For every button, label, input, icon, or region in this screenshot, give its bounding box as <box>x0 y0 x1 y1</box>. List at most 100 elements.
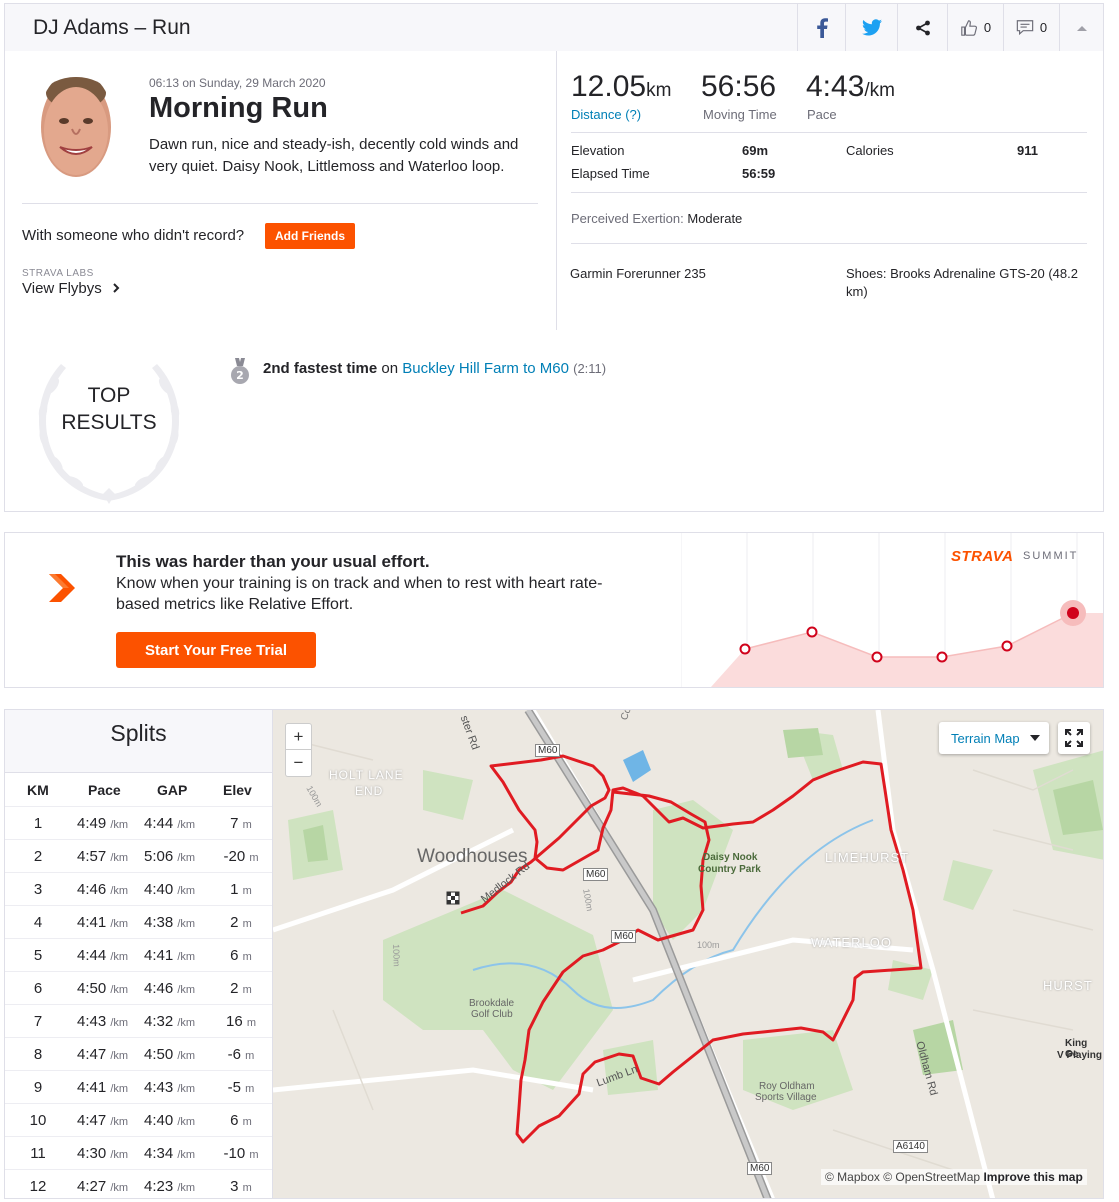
table-row[interactable]: 6 4:50 /km 4:46 /km 2 m <box>5 971 272 1004</box>
map-label-m60-d: M60 <box>747 1162 773 1175</box>
zoom-out-button[interactable]: − <box>285 750 312 777</box>
elevation-label: Elevation <box>571 143 625 158</box>
activity-timestamp: 06:13 on Sunday, 29 March 2020 <box>149 76 326 90</box>
map-label-daisy-nook: Daisy Nook <box>703 852 758 863</box>
expand-icon <box>1065 729 1083 747</box>
start-free-trial-button[interactable]: Start Your Free Trial <box>116 632 316 668</box>
split-elev: 16 m <box>225 1013 257 1030</box>
view-flybys-link[interactable]: View Flybys <box>22 280 120 297</box>
split-elev: -10 m <box>223 1145 259 1162</box>
table-row[interactable]: 11 4:30 /km 4:34 /km -10 m <box>5 1136 272 1169</box>
facebook-share-button[interactable] <box>797 4 845 51</box>
split-pace: 4:49 /km <box>77 815 129 832</box>
split-gap: 5:06 /km <box>144 848 196 865</box>
table-row[interactable]: 9 4:41 /km 4:43 /km -5 m <box>5 1070 272 1103</box>
table-row[interactable]: 8 4:47 /km 4:50 /km -6 m <box>5 1037 272 1070</box>
table-row[interactable]: 4 4:41 /km 4:38 /km 2 m <box>5 905 272 938</box>
comment-count: 0 <box>1039 20 1048 35</box>
split-elev: -20 m <box>223 848 259 865</box>
split-pace: 4:47 /km <box>77 1046 129 1063</box>
strava-labs-label: STRAVA LABS <box>22 268 94 279</box>
table-row[interactable]: 10 4:47 /km 4:40 /km 6 m <box>5 1103 272 1136</box>
split-gap: 4:41 /km <box>144 947 196 964</box>
kudos-button[interactable]: 0 <box>947 4 1003 51</box>
split-elev: 3 m <box>230 1178 252 1195</box>
split-km: 2 <box>33 848 43 865</box>
page-title: DJ Adams – Run <box>33 16 191 39</box>
split-gap: 4:23 /km <box>144 1178 196 1195</box>
split-gap: 4:44 /km <box>144 815 196 832</box>
twitter-share-button[interactable] <box>845 4 897 51</box>
splits-header: Splits <box>5 710 272 773</box>
split-km: 4 <box>33 914 43 931</box>
split-pace: 4:57 /km <box>77 848 129 865</box>
segment-link[interactable]: Buckley Hill Farm to M60 <box>402 360 569 377</box>
achievement-row: 2nd fastest time on Buckley Hill Farm to… <box>263 360 607 377</box>
add-friends-button[interactable]: Add Friends <box>265 223 355 249</box>
split-pace: 4:44 /km <box>77 947 129 964</box>
table-row[interactable]: 5 4:44 /km 4:41 /km 6 m <box>5 938 272 971</box>
elapsed-time-label: Elapsed Time <box>571 166 650 181</box>
comment-icon <box>1016 20 1034 36</box>
map-label-playing-fields: V Playing <box>1057 1050 1103 1061</box>
activity-summary: 06:13 on Sunday, 29 March 2020 Morning R… <box>4 51 1104 331</box>
fullscreen-button[interactable] <box>1058 722 1090 754</box>
map-attribution: © Mapbox © OpenStreetMap Improve this ma… <box>821 1169 1087 1185</box>
comment-button[interactable]: 0 <box>1003 4 1059 51</box>
split-km: 12 <box>29 1178 47 1195</box>
moving-time-value: 56:56 <box>701 70 777 103</box>
map-label-limehurst: LIMEHURST <box>825 850 910 865</box>
kudos-count: 0 <box>983 20 992 35</box>
improve-map-link[interactable]: Improve this map <box>983 1170 1082 1184</box>
split-elev: -6 m <box>227 1046 255 1063</box>
calories-value: 911 <box>1017 143 1038 158</box>
shoes-info: Shoes: Brooks Adrenaline GTS-20 (48.2 km… <box>846 266 1078 299</box>
share-button[interactable] <box>897 4 947 51</box>
split-km: 8 <box>33 1046 43 1063</box>
split-pace: 4:41 /km <box>77 1079 129 1096</box>
activity-description: Dawn run, nice and steady-ish, decently … <box>149 136 519 175</box>
split-pace: 4:46 /km <box>77 881 129 898</box>
contour-label: 100m <box>391 944 402 967</box>
perceived-exertion: Perceived Exertion: Moderate <box>571 211 743 226</box>
distance-label-link[interactable]: Distance (?) <box>571 107 641 122</box>
split-elev: 1 m <box>230 881 252 898</box>
split-elev: 2 m <box>230 980 252 997</box>
zoom-in-button[interactable]: + <box>285 723 312 750</box>
chevron-right-icon <box>113 283 120 293</box>
split-pace: 4:30 /km <box>77 1145 129 1162</box>
pace-label: Pace <box>807 107 837 122</box>
split-gap: 4:43 /km <box>144 1079 196 1096</box>
split-pace: 4:47 /km <box>77 1112 129 1129</box>
table-row[interactable]: 1 4:49 /km 4:44 /km 7 m <box>5 806 272 839</box>
split-km: 3 <box>33 881 43 898</box>
table-row[interactable]: 7 4:43 /km 4:32 /km 16 m <box>5 1004 272 1037</box>
map-label-country-park: Country Park <box>698 864 761 875</box>
map-label-woodhouses: Woodhouses <box>417 846 528 867</box>
collapse-button[interactable] <box>1059 4 1104 51</box>
map-label-hurst: HURST <box>1043 978 1093 993</box>
summary-divider <box>556 51 557 330</box>
table-row[interactable]: 12 4:27 /km 4:23 /km 3 m <box>5 1169 272 1202</box>
split-km: 11 <box>30 1145 46 1162</box>
map-style-select[interactable]: Terrain Map <box>939 722 1049 754</box>
avatar[interactable] <box>38 71 114 179</box>
divider <box>571 243 1087 244</box>
split-elev: 2 m <box>230 914 252 931</box>
share-icon <box>915 20 930 35</box>
col-elev: Elev <box>223 782 252 798</box>
route-map[interactable]: Woodhouses HOLT LANE END Daisy Nook Coun… <box>272 709 1104 1199</box>
table-row[interactable]: 3 4:46 /km 4:40 /km 1 m <box>5 872 272 905</box>
table-row[interactable]: 2 4:57 /km 5:06 /km -20 m <box>5 839 272 872</box>
split-pace: 4:50 /km <box>77 980 129 997</box>
split-elev: 6 m <box>230 947 252 964</box>
top-results-title: TOP RESULTS <box>61 384 157 434</box>
splits-panel: Splits KM Pace GAP Elev 1 4:49 /km 4:44 /k… <box>4 709 272 1199</box>
twitter-icon <box>861 19 882 36</box>
map-label-waterloo: WATERLOO <box>811 935 892 950</box>
split-km: 9 <box>33 1079 43 1096</box>
split-pace: 4:43 /km <box>77 1013 129 1030</box>
elevation-value: 69m <box>742 143 769 158</box>
calories-label: Calories <box>846 143 894 158</box>
map-style-label: Terrain Map <box>951 730 1020 746</box>
